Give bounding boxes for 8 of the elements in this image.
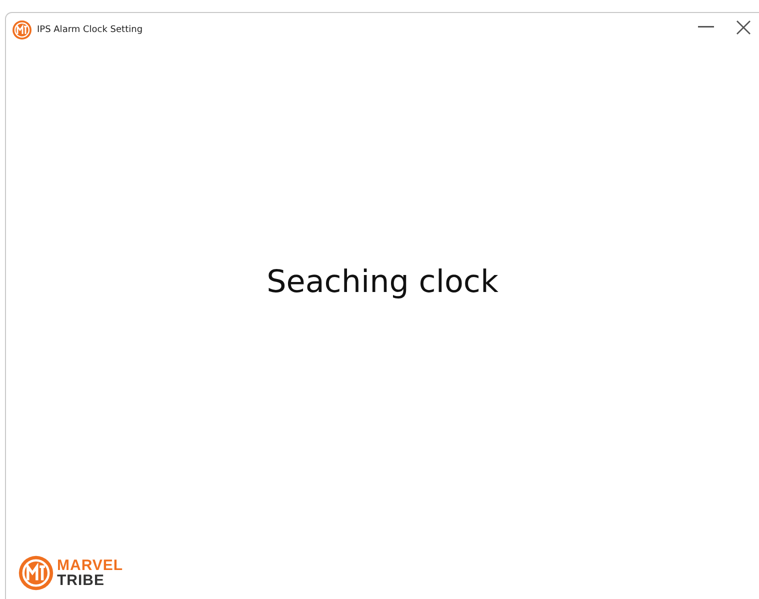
minimize-icon xyxy=(698,26,714,28)
brand-name: MARVEL xyxy=(57,558,124,573)
close-icon xyxy=(736,20,750,34)
app-logo-icon xyxy=(12,20,32,40)
brand-logo-icon xyxy=(18,555,54,591)
status-message: Seaching clock xyxy=(266,264,498,300)
window-title: IPS Alarm Clock Setting xyxy=(37,25,144,35)
brand-name: TRIBE xyxy=(57,573,106,588)
